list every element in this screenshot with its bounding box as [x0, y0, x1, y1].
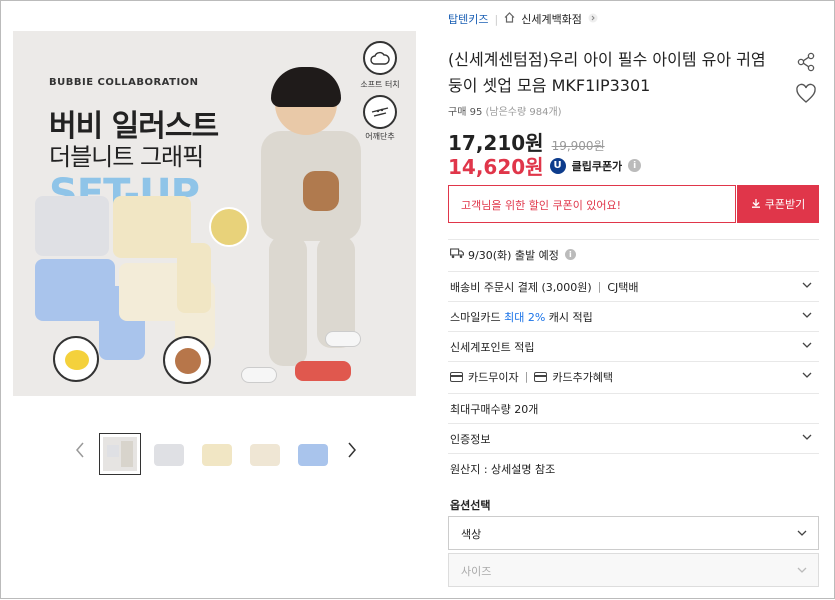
toy-car: [295, 361, 351, 381]
truck-icon: [450, 247, 464, 262]
child-model-hair: [271, 67, 341, 107]
breadcrumb: 탑텐키즈 | 신세계백화점: [448, 11, 598, 27]
badge-label-shoulder: 어깨단추: [365, 132, 395, 141]
thumbnail-3[interactable]: [197, 435, 237, 475]
card-benefit-label: 카드추가혜택: [552, 370, 614, 384]
download-icon: [751, 198, 761, 211]
thumbnail-2[interactable]: [149, 435, 189, 475]
get-coupon-button[interactable]: 쿠폰받기: [737, 185, 819, 223]
heart-icon[interactable]: [795, 83, 817, 105]
origin-label: 원산지 : 상세설명 참조: [450, 462, 556, 476]
certification-label: 인증정보: [450, 432, 491, 446]
remaining-stock: (남은수량 984개): [485, 107, 562, 118]
breadcrumb-category[interactable]: 탑텐키즈: [448, 11, 488, 27]
bear-print: [303, 171, 339, 211]
chevron-down-icon: [802, 282, 812, 288]
credit-card-icon: [534, 371, 548, 382]
thumbnail-5[interactable]: [293, 435, 333, 475]
button-icon: [363, 95, 397, 129]
chevron-down-icon: [802, 372, 812, 378]
thumbnail-1[interactable]: [99, 433, 141, 475]
shipping-fee-row[interactable]: 배송비 주문시 결제 (3,000원) | CJ택배: [448, 271, 819, 301]
product-gallery: BUBBIE COLLABORATION 버비 일러스트 더블니트 그래픽 SE…: [1, 1, 431, 600]
sold-label: 구매 95: [448, 107, 483, 118]
coupon-price-label: 클립쿠폰가: [571, 159, 623, 173]
collab-text: BUBBIE COLLABORATION: [49, 77, 199, 88]
card-interest-label: 카드무이자: [468, 370, 519, 384]
info-icon[interactable]: i: [628, 159, 642, 172]
chevron-down-icon: [802, 434, 812, 440]
smile-card-label: 스마일카드: [450, 310, 501, 324]
product-title: (신세계센텀점)우리 아이 필수 아이템 유아 귀염둥이 셋업 모음 MKF1I…: [448, 50, 766, 95]
cream-pants-illustration: [177, 243, 211, 313]
product-info: 탑텐키즈 | 신세계백화점 (신세계센텀점)우리 아이 필수 아이템 유아 귀염…: [448, 1, 823, 600]
credit-card-icon: [450, 371, 463, 382]
point-row[interactable]: 신세계포인트 적립: [448, 331, 819, 361]
chevron-right-icon: [588, 13, 598, 26]
size-select-label: 사이즈: [461, 565, 492, 578]
coupon-message: 고객님을 위한 할인 쿠폰이 있어요!: [448, 185, 736, 223]
shoe: [241, 367, 277, 383]
card-benefit-row[interactable]: 카드무이자 | 카드추가혜택: [448, 361, 819, 391]
max-buy-row: 최대구매수량 20개: [448, 393, 819, 423]
bear-badge: [163, 336, 211, 384]
chevron-down-icon: [802, 312, 812, 318]
color-select-label: 색상: [461, 528, 482, 541]
smile-card-row[interactable]: 스마일카드 최대 2% 캐시 적립: [448, 301, 819, 331]
size-select[interactable]: 사이즈: [448, 553, 819, 587]
sold-count: 구매 95 (남은수량 984개): [448, 103, 562, 118]
home-icon: [504, 12, 515, 26]
chevron-down-icon: [797, 530, 807, 536]
card-divider: |: [524, 370, 529, 383]
max-buy-label: 최대구매수량 20개: [450, 402, 539, 416]
u-logo-icon: U: [549, 157, 566, 174]
chevron-down-icon: [797, 567, 807, 573]
origin-row: 원산지 : 상세설명 참조: [448, 453, 819, 483]
cloud-icon: [363, 41, 397, 75]
breadcrumb-store[interactable]: 신세계백화점: [521, 11, 582, 27]
gray-sweatshirt-illustration: [35, 196, 109, 256]
thumbnail-strip: [71, 431, 371, 477]
coupon-price: 14,620원: [448, 155, 544, 179]
badge-label-soft: 소프트 터치: [360, 80, 400, 89]
thumbnail-4[interactable]: [245, 435, 285, 475]
main-product-image[interactable]: BUBBIE COLLABORATION 버비 일러스트 더블니트 그래픽 SE…: [13, 31, 416, 396]
shipping-fee: 배송비 주문시 결제 (3,000원): [450, 280, 592, 294]
smile-card-reward: 캐시 적립: [548, 310, 593, 324]
point-label: 신세계포인트 적립: [450, 340, 535, 354]
certification-row[interactable]: 인증정보: [448, 423, 819, 453]
get-coupon-label: 쿠폰받기: [764, 198, 806, 211]
shoe: [325, 331, 361, 347]
chevron-down-icon: [802, 342, 812, 348]
shipping-divider: |: [597, 280, 602, 293]
apple-garden-badge: [209, 207, 249, 247]
breadcrumb-divider: |: [494, 12, 499, 26]
bee-badge: [53, 336, 99, 382]
delivery-row: 9/30(화) 출발 예정 i: [448, 239, 819, 269]
headline-2: 더블니트 그래픽: [49, 143, 204, 171]
share-icon[interactable]: [795, 51, 817, 73]
info-icon[interactable]: i: [564, 249, 576, 260]
color-select[interactable]: 색상: [448, 516, 819, 550]
child-model-leg: [269, 236, 307, 366]
coupon-price-row: 14,620원 U 클립쿠폰가 i: [448, 151, 642, 180]
next-arrow-icon[interactable]: [347, 441, 357, 464]
courier: CJ택배: [607, 280, 639, 294]
delivery-date: 9/30(화) 출발 예정: [468, 248, 559, 262]
option-title: 옵션선택: [450, 499, 491, 512]
smile-card-rate: 최대 2%: [504, 310, 546, 324]
